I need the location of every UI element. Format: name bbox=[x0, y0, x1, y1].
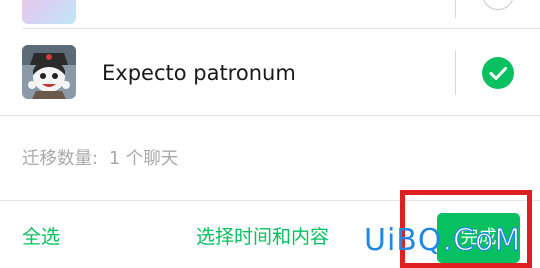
row-divider bbox=[455, 0, 456, 18]
avatar bbox=[22, 0, 76, 24]
migration-count-value: 1 个聊天 bbox=[109, 149, 179, 169]
select-all-button[interactable]: 全选 bbox=[22, 225, 60, 249]
migration-count: 迁移数量: 1 个聊天 bbox=[22, 147, 178, 171]
select-time-and-content-button[interactable]: 选择时间和内容 bbox=[196, 225, 329, 249]
watermark: UiBQ.CoM bbox=[364, 222, 522, 258]
avatar bbox=[22, 45, 76, 99]
row-divider bbox=[455, 50, 456, 95]
selected-checkmark-icon[interactable] bbox=[482, 57, 514, 89]
migration-count-label: 迁移数量: bbox=[22, 149, 98, 169]
divider bbox=[0, 115, 540, 116]
list-item-previous[interactable] bbox=[0, 0, 540, 28]
chat-name: Expecto patronum bbox=[102, 61, 296, 85]
cartoon-character-icon bbox=[22, 45, 76, 99]
